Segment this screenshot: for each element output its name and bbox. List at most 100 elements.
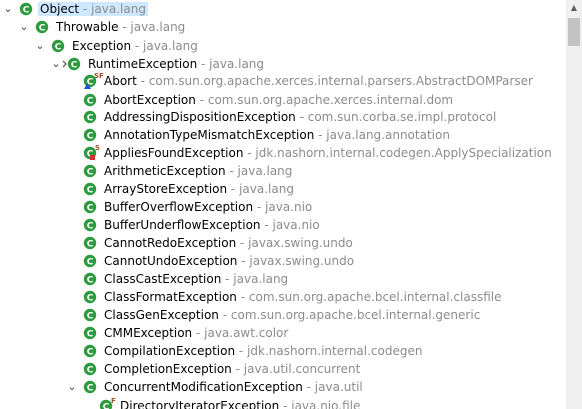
class-name: AddressingDispositionException bbox=[104, 110, 296, 124]
class-icon: C bbox=[83, 199, 99, 215]
class-icon: C bbox=[83, 325, 99, 341]
class-icon: C bbox=[83, 163, 99, 179]
tree-row-label: ClassFormatException - com.sun.org.apach… bbox=[104, 288, 502, 306]
chevron-down-icon[interactable]: ⌄ bbox=[66, 378, 78, 396]
tree-row[interactable]: C CompletionException - java.util.concurr… bbox=[0, 360, 560, 378]
class-icon: C bbox=[83, 307, 99, 323]
tree-row[interactable]: C AbortException - com.sun.org.apache.xer… bbox=[0, 91, 560, 109]
tree-row[interactable]: ⌄ C Throwable - java.lang bbox=[0, 18, 560, 36]
class-name: ClassGenException bbox=[104, 308, 219, 322]
tree-row[interactable]: C F DirectoryIteratorException - java.nio.… bbox=[0, 397, 560, 409]
separator: - bbox=[237, 254, 250, 268]
tree-row-label: Object - java.lang bbox=[38, 0, 148, 18]
package-name: com.sun.org.apache.bcel.internal.generic bbox=[230, 308, 481, 322]
separator: - bbox=[131, 39, 144, 53]
separator: - bbox=[302, 380, 315, 394]
chevron-down-icon[interactable]: ⌄ bbox=[50, 55, 62, 73]
class-icon: C bbox=[83, 127, 99, 143]
chevron-down-icon[interactable]: ⌄ bbox=[18, 18, 30, 36]
tree-row[interactable]: C ArithmeticException - java.lang bbox=[0, 162, 560, 180]
tree-row-label: CompilationException - jdk.nashorn.inter… bbox=[104, 342, 422, 360]
vertical-scrollbar[interactable]: ▲ bbox=[566, 0, 582, 409]
tree-row-label: AddressingDispositionException - com.sun… bbox=[104, 108, 496, 126]
type-hierarchy-tree[interactable]: ⌄ C Object - java.lang ⌄ C Throwable - java.l… bbox=[0, 0, 566, 409]
up-arrow-icon[interactable]: ▲ bbox=[566, 0, 582, 16]
class-name: BufferUnderflowException bbox=[104, 218, 261, 232]
svg-text:C: C bbox=[71, 61, 78, 71]
tree-row-label: AppliesFoundException - jdk.nashorn.inte… bbox=[104, 144, 552, 162]
tree-row[interactable]: ⌄ C Object - java.lang bbox=[0, 0, 560, 18]
svg-text:C: C bbox=[87, 222, 94, 232]
tree-row[interactable]: ⌄ C Exception - java.lang bbox=[0, 37, 560, 55]
class-name: CompletionException bbox=[104, 362, 232, 376]
class-name: CMMException bbox=[104, 326, 193, 340]
class-icon: C bbox=[51, 38, 67, 54]
tree-row[interactable]: C ClassGenException - com.sun.org.apache.… bbox=[0, 306, 560, 324]
class-icon: C bbox=[83, 253, 99, 269]
tree-row[interactable]: C S AppliesFoundException - jdk.nashorn.in… bbox=[0, 144, 560, 162]
svg-text:C: C bbox=[87, 186, 94, 196]
class-icon: C bbox=[19, 1, 35, 17]
class-icon: C bbox=[83, 217, 99, 233]
tree-row[interactable]: C BufferOverflowException - java.nio bbox=[0, 198, 560, 216]
class-name: Object bbox=[40, 2, 80, 16]
tree-row-label: DirectoryIteratorException - java.nio.fi… bbox=[120, 397, 360, 409]
tree-row-label: ArithmeticException - java.lang bbox=[104, 162, 292, 180]
class-name: AnnotationTypeMismatchException bbox=[104, 128, 315, 142]
tree-row[interactable]: C CannotUndoException - javax.swing.undo bbox=[0, 252, 560, 270]
package-name: java.lang bbox=[209, 57, 265, 71]
class-icon: C bbox=[83, 379, 99, 395]
tree-row[interactable]: C AnnotationTypeMismatchException - java.… bbox=[0, 126, 560, 144]
package-name: java.lang.annotation bbox=[326, 128, 450, 142]
class-icon: CS bbox=[83, 144, 100, 161]
package-name: java.util bbox=[314, 380, 363, 394]
class-name: Throwable bbox=[56, 20, 119, 34]
package-name: com.sun.org.apache.bcel.internal.classfi… bbox=[248, 290, 502, 304]
package-name: com.sun.org.apache.xerces.internal.dom bbox=[207, 93, 454, 107]
class-name: RuntimeException bbox=[88, 57, 198, 71]
package-name: javax.swing.undo bbox=[249, 254, 355, 268]
tree-row[interactable]: C CompilationException - jdk.nashorn.inte… bbox=[0, 342, 560, 360]
separator: - bbox=[195, 93, 208, 107]
tree-row-label: Abort - com.sun.org.apache.xerces.intern… bbox=[104, 72, 533, 90]
scrollbar-thumb[interactable] bbox=[568, 18, 580, 46]
tree-row[interactable]: ⌄ C ConcurrentModificationException - java… bbox=[0, 378, 560, 396]
svg-text:F: F bbox=[111, 397, 116, 405]
separator: - bbox=[218, 308, 231, 322]
class-icon: C bbox=[35, 19, 51, 35]
class-icon: C bbox=[62, 56, 83, 72]
tree-row[interactable]: C ClassFormatException - com.sun.org.apac… bbox=[0, 288, 560, 306]
separator: - bbox=[231, 362, 244, 376]
class-icon: C bbox=[83, 235, 99, 251]
tree-row[interactable]: C CannotRedoException - javax.swing.undo bbox=[0, 234, 560, 252]
chevron-down-icon[interactable]: ⌄ bbox=[2, 0, 14, 18]
tree-row-label: Throwable - java.lang bbox=[56, 18, 185, 36]
svg-text:C: C bbox=[87, 330, 94, 340]
tree-row[interactable]: C ClassCastException - java.lang bbox=[0, 270, 560, 288]
svg-text:C: C bbox=[103, 403, 110, 409]
class-icon: C bbox=[83, 181, 99, 197]
tree-row[interactable]: ⌄ C RuntimeException - java.lang bbox=[0, 55, 560, 73]
tree-row[interactable]: C AddressingDispositionException - com.su… bbox=[0, 108, 560, 126]
class-icon: C bbox=[83, 343, 99, 359]
separator: - bbox=[221, 272, 234, 286]
separator: - bbox=[136, 74, 149, 88]
tree-row-label: ClassCastException - java.lang bbox=[104, 270, 288, 288]
tree-row-label: Exception - java.lang bbox=[72, 37, 198, 55]
tree-row[interactable]: C CMMException - java.awt.color bbox=[0, 324, 560, 342]
package-name: java.awt.color bbox=[204, 326, 289, 340]
class-name: ArrayStoreException bbox=[104, 182, 228, 196]
tree-row-label: ConcurrentModificationException - java.u… bbox=[104, 378, 363, 396]
chevron-down-icon[interactable]: ⌄ bbox=[34, 37, 46, 55]
package-name: com.sun.org.apache.xerces.internal.parse… bbox=[148, 74, 533, 88]
tree-row[interactable]: C BufferUnderflowException - java.nio bbox=[0, 216, 560, 234]
svg-text:C: C bbox=[87, 276, 94, 286]
package-name: java.lang bbox=[130, 20, 186, 34]
tree-row[interactable]: C ArrayStoreException - java.lang bbox=[0, 180, 560, 198]
class-name: BufferOverflowException bbox=[104, 200, 254, 214]
class-name: AbortException bbox=[104, 93, 196, 107]
separator: - bbox=[253, 200, 266, 214]
svg-text:C: C bbox=[87, 384, 94, 394]
tree-row[interactable]: C S F Abort - com.sun.org.apache.xerces.int… bbox=[0, 72, 560, 90]
separator: - bbox=[227, 182, 240, 196]
